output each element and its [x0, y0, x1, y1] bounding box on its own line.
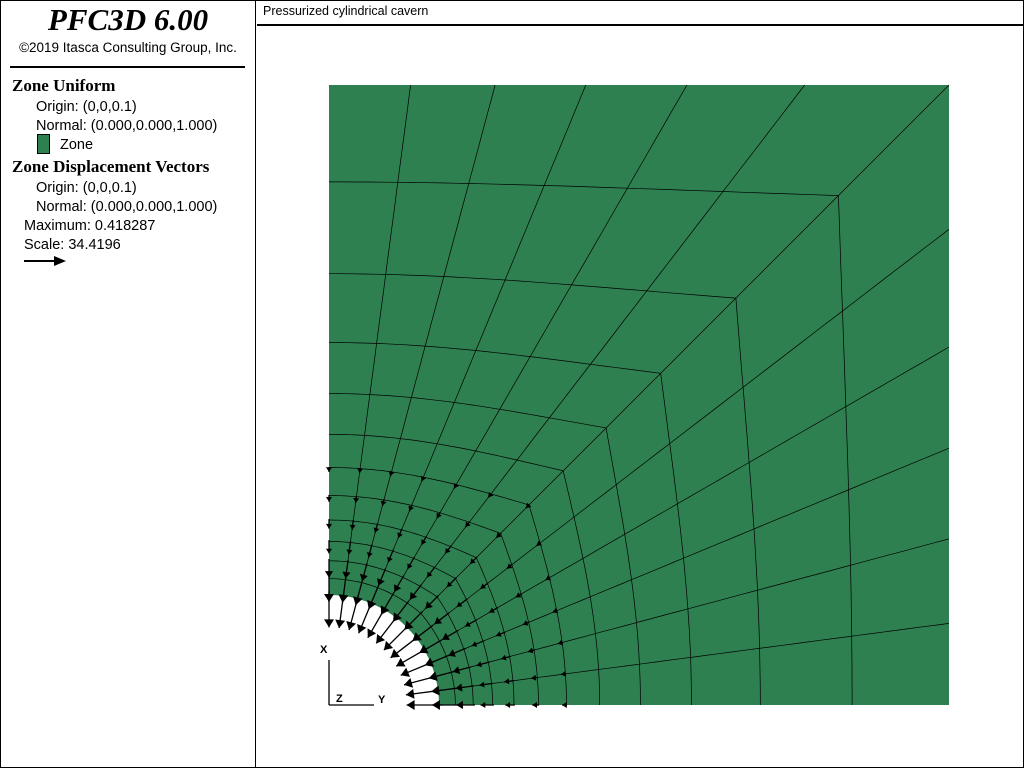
legend-panel: PFC3D 6.00 ©2019 Itasca Consulting Group… — [0, 0, 256, 768]
zone-uniform-heading: Zone Uniform — [12, 76, 116, 95]
displacement-vector-head — [346, 621, 356, 630]
displacement-vector-head — [432, 700, 440, 710]
axes-triad: X Y Z — [320, 644, 386, 706]
displacement-vector-head — [376, 634, 386, 644]
displacement-vector-head — [335, 619, 346, 629]
displacement-vector-head — [324, 619, 334, 628]
app-title: PFC3D 6.00 — [47, 2, 209, 37]
y-axis-label: Y — [378, 694, 386, 706]
displacement-heading: Zone Displacement Vectors — [12, 157, 210, 176]
zone-item-label: Zone — [60, 137, 94, 153]
x-axis-label: X — [320, 644, 328, 656]
z-axis-label: Z — [336, 693, 343, 705]
zone-color-swatch — [37, 134, 50, 154]
plot-title-bar: Pressurized cylindrical cavern — [257, 0, 1023, 26]
displacement-vector-head — [324, 594, 334, 602]
zone-uniform-origin: Origin: (0,0,0.1) — [36, 99, 137, 115]
right-arrow-icon — [24, 256, 66, 266]
legend-divider — [10, 66, 245, 68]
displacement-maximum: Maximum: 0.418287 — [24, 218, 156, 234]
displacement-origin: Origin: (0,0,0.1) — [36, 180, 137, 196]
zone-uniform-normal: Normal: (0.000,0.000,1.000) — [36, 118, 218, 134]
displacement-vector-head — [404, 678, 413, 688]
displacement-scale: Scale: 34.4196 — [24, 237, 121, 253]
displacement-vector-head — [405, 688, 415, 699]
displacement-vector-head — [431, 685, 440, 696]
displacement-vector-head — [390, 648, 400, 658]
displacement-normal: Normal: (0.000,0.000,1.000) — [36, 199, 218, 215]
model-view[interactable]: X Y Z — [257, 26, 1022, 766]
copyright-text: ©2019 Itasca Consulting Group, Inc. — [19, 40, 237, 55]
displacement-vector-head — [338, 594, 349, 603]
plot-title: Pressurized cylindrical cavern — [263, 4, 429, 18]
displacement-vector-head — [406, 700, 415, 710]
